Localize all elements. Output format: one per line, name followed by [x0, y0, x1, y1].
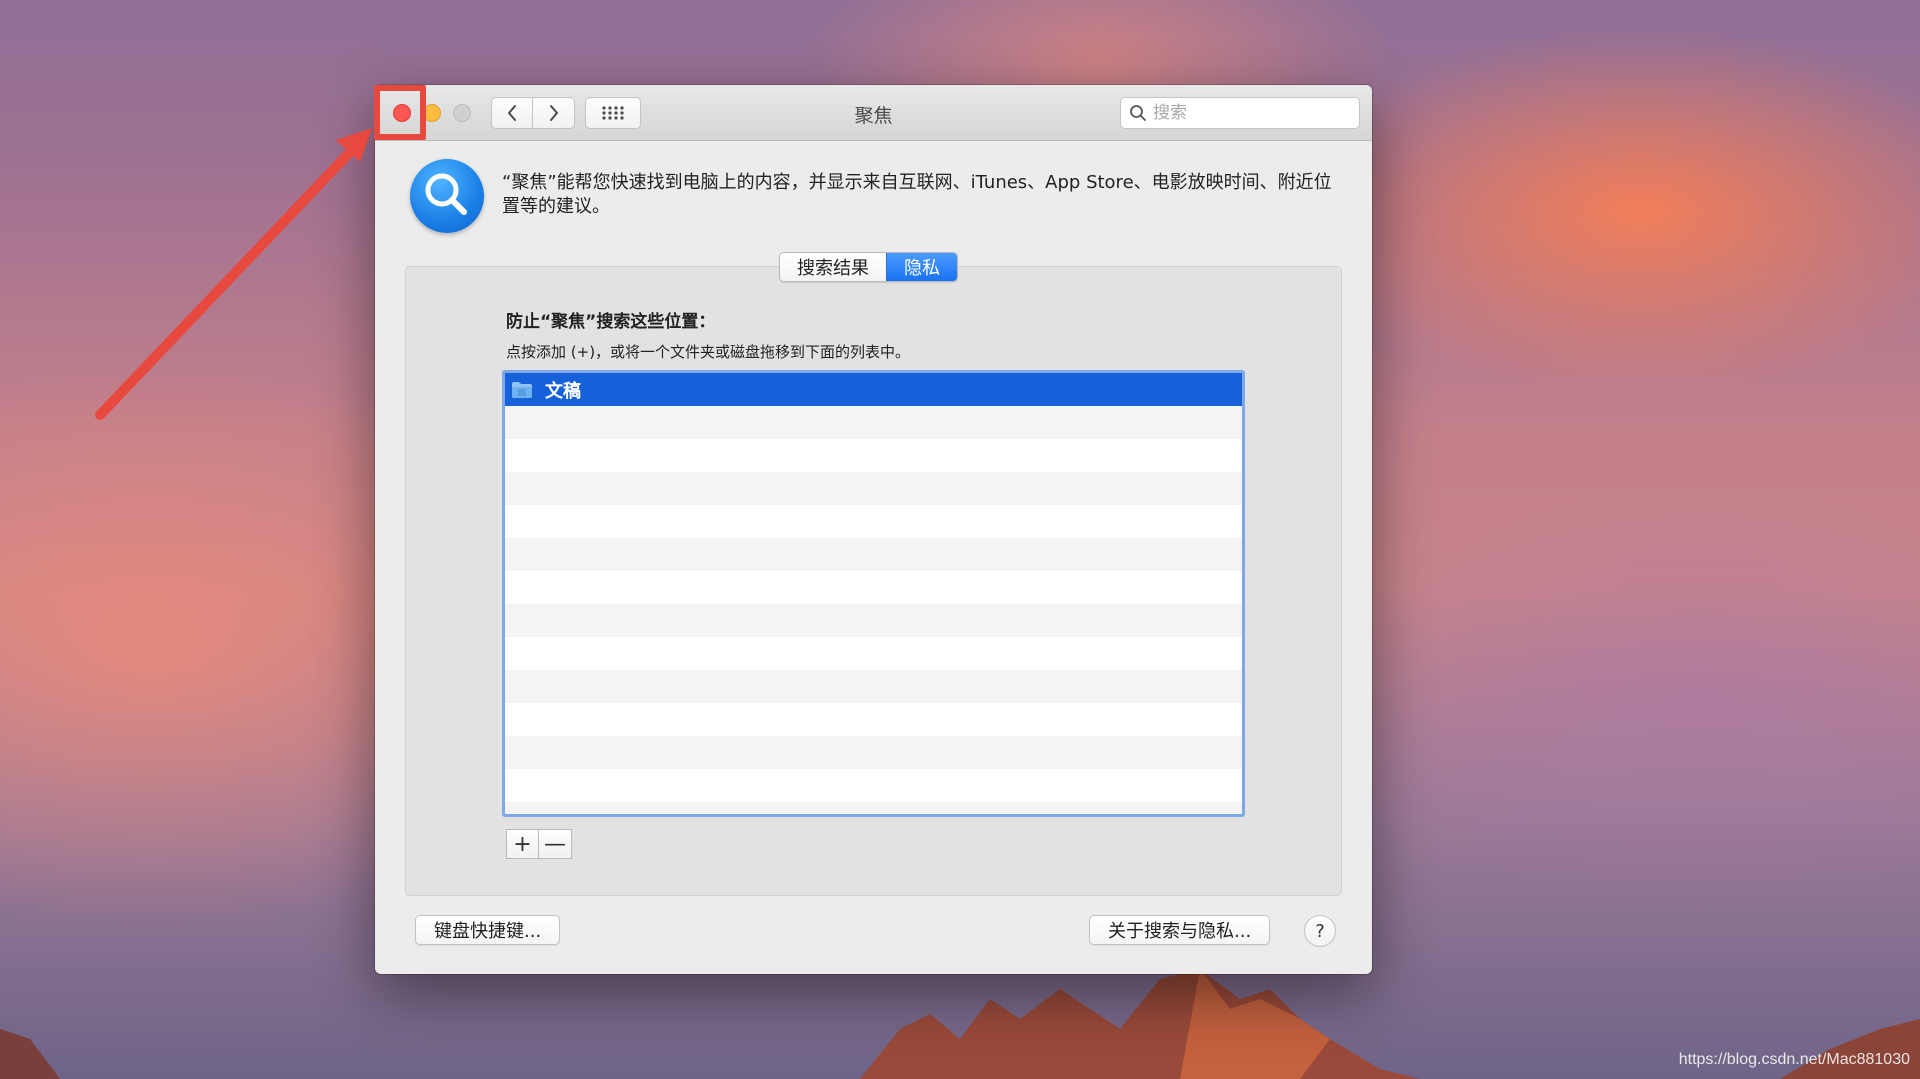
watermark: https://blog.csdn.net/Mac881030: [1678, 1051, 1910, 1068]
magnifier-icon: [425, 173, 467, 215]
list-empty-row: [505, 538, 1242, 571]
add-button[interactable]: +: [506, 829, 539, 859]
remove-button[interactable]: —: [539, 829, 572, 859]
list-empty-row: [505, 769, 1242, 802]
list-empty-row: [505, 703, 1242, 736]
tab-bar: 搜索结果 隐私: [779, 252, 958, 282]
list-empty-row: [505, 637, 1242, 670]
search-input[interactable]: [1153, 103, 1353, 123]
list-empty-row: [505, 505, 1242, 538]
list-item[interactable]: 文稿: [505, 373, 1242, 406]
list-empty-row: [505, 670, 1242, 703]
spotlight-app-icon: [410, 159, 484, 233]
spotlight-preferences-window: 聚焦 “聚焦”能帮您快速找到电脑上的内容，并显示来自互联网、iTunes、App…: [375, 85, 1372, 974]
tab-privacy[interactable]: 隐私: [886, 253, 957, 281]
folder-icon: [512, 381, 532, 398]
search-field[interactable]: [1120, 97, 1360, 129]
help-button[interactable]: ?: [1304, 915, 1336, 947]
add-remove-group: + —: [506, 829, 572, 859]
search-icon: [1130, 105, 1146, 121]
mountain-silhouette: [0, 969, 1920, 1079]
list-empty-row: [505, 571, 1242, 604]
list-empty-row: [505, 736, 1242, 769]
privacy-section-title: 防止“聚焦”搜索这些位置：: [506, 312, 716, 332]
spotlight-description: “聚焦”能帮您快速找到电脑上的内容，并显示来自互联网、iTunes、App St…: [502, 172, 1332, 217]
tab-search-results[interactable]: 搜索结果: [780, 253, 886, 281]
titlebar: 聚焦: [375, 85, 1372, 141]
privacy-section-hint: 点按添加 (+)，或将一个文件夹或磁盘拖移到下面的列表中。: [506, 343, 911, 361]
about-search-privacy-button[interactable]: 关于搜索与隐私...: [1089, 915, 1271, 945]
list-empty-row: [505, 472, 1242, 505]
list-empty-row: [505, 802, 1242, 814]
list-empty-row: [505, 604, 1242, 637]
annotation-highlight-box: [374, 85, 426, 140]
list-item-label: 文稿: [545, 380, 581, 402]
list-empty-row: [505, 406, 1242, 439]
list-empty-row: [505, 439, 1242, 472]
keyboard-shortcuts-button[interactable]: 键盘快捷键...: [415, 915, 561, 945]
excluded-locations-list[interactable]: 文稿: [502, 370, 1245, 817]
